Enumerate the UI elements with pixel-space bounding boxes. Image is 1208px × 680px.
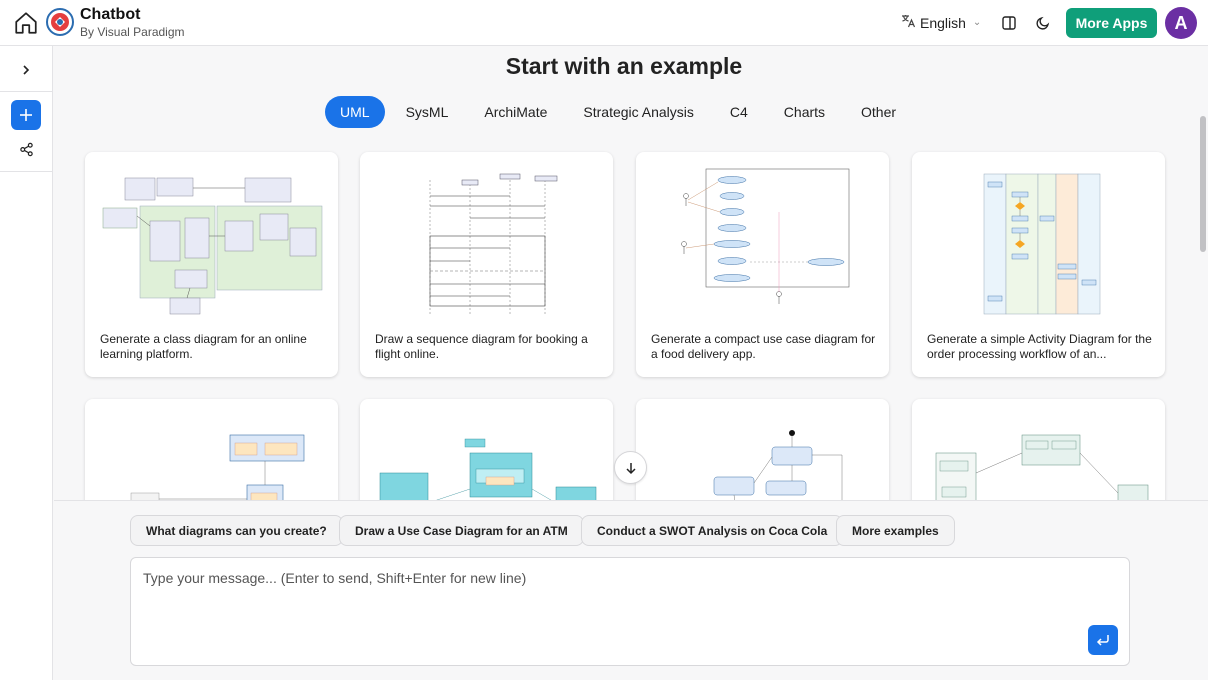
example-card[interactable]: Generate a class diagram for an online l… — [85, 152, 338, 377]
scrollbar-thumb[interactable] — [1200, 116, 1206, 252]
deployment-diagram-thumbnail — [370, 413, 603, 500]
package-diagram-thumbnail — [922, 413, 1155, 500]
tab-c4[interactable]: C4 — [715, 96, 763, 128]
suggestion-chip[interactable]: What diagrams can you create? — [130, 515, 343, 546]
example-card[interactable] — [636, 399, 889, 500]
card-caption: Generate a compact use case diagram for … — [651, 332, 876, 361]
tab-other[interactable]: Other — [846, 96, 911, 128]
avatar[interactable]: A — [1165, 7, 1197, 39]
card-caption: Draw a sequence diagram for booking a fl… — [375, 332, 588, 361]
top-bar: Chatbot By Visual Paradigm English ⌄ Mor… — [0, 0, 1208, 46]
state-machine-thumbnail — [646, 413, 879, 500]
more-apps-button[interactable]: More Apps — [1066, 8, 1157, 38]
translate-icon — [900, 13, 916, 32]
card-caption: Generate a simple Activity Diagram for t… — [927, 332, 1152, 361]
example-card[interactable] — [912, 399, 1165, 500]
example-card[interactable] — [360, 399, 613, 500]
tab-sysml[interactable]: SysML — [391, 96, 464, 128]
examples-panel: Start with an example UML SysML ArchiMat… — [54, 46, 1198, 500]
tab-charts[interactable]: Charts — [769, 96, 840, 128]
example-card[interactable]: Generate a compact use case diagram for … — [636, 152, 889, 377]
card-caption: Generate a class diagram for an online l… — [100, 332, 307, 361]
sidebar-divider — [0, 91, 53, 92]
send-button[interactable] — [1088, 625, 1118, 655]
home-icon[interactable] — [11, 8, 41, 38]
suggestion-chip[interactable]: Conduct a SWOT Analysis on Coca Cola — [581, 515, 844, 546]
scroll-down-button[interactable] — [614, 451, 647, 484]
tab-strategic-analysis[interactable]: Strategic Analysis — [568, 96, 709, 128]
app-subtitle: By Visual Paradigm — [80, 25, 185, 39]
use-case-diagram-thumbnail — [646, 166, 879, 316]
example-card[interactable] — [85, 399, 338, 500]
composer-area: What diagrams can you create? Draw a Use… — [54, 500, 1208, 680]
new-chat-button[interactable] — [11, 100, 41, 130]
dark-mode-icon[interactable] — [1033, 13, 1053, 33]
tab-uml[interactable]: UML — [325, 96, 385, 128]
suggestion-chip[interactable]: More examples — [836, 515, 955, 546]
page-title: Start with an example — [505, 53, 743, 79]
share-icon[interactable] — [16, 139, 36, 159]
message-input[interactable] — [143, 570, 1083, 586]
chevron-right-icon[interactable] — [15, 59, 37, 81]
panel-toggle-icon[interactable] — [999, 13, 1019, 33]
language-selector[interactable]: English ⌄ — [900, 13, 981, 32]
component-diagram-thumbnail — [95, 413, 328, 500]
class-diagram-thumbnail — [95, 166, 328, 316]
tab-archimate[interactable]: ArchiMate — [469, 96, 562, 128]
example-card[interactable]: Generate a simple Activity Diagram for t… — [912, 152, 1165, 377]
sidebar — [0, 46, 53, 680]
chevron-down-icon: ⌄ — [972, 17, 982, 28]
language-label: English — [920, 14, 966, 31]
app-logo-icon — [46, 8, 74, 36]
example-card[interactable]: Draw a sequence diagram for booking a fl… — [360, 152, 613, 377]
example-tabs: UML SysML ArchiMate Strategic Analysis C… — [325, 96, 911, 128]
activity-diagram-thumbnail — [922, 166, 1155, 316]
suggestion-chip[interactable]: Draw a Use Case Diagram for an ATM — [339, 515, 584, 546]
app-title: Chatbot — [80, 6, 141, 23]
scrollbar[interactable] — [1198, 46, 1208, 500]
message-box — [130, 557, 1130, 666]
sequence-diagram-thumbnail — [370, 166, 603, 316]
sidebar-divider — [0, 171, 53, 172]
